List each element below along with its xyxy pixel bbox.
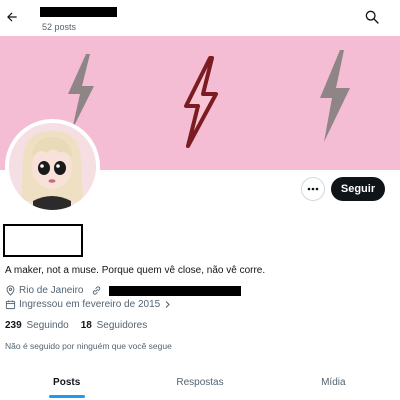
followers-label: Seguidores bbox=[96, 320, 148, 331]
lightning-bolt-red bbox=[184, 56, 218, 148]
following-stat[interactable]: 239 Seguindo bbox=[5, 320, 69, 331]
more-options-button[interactable] bbox=[301, 177, 325, 201]
tab-replies[interactable]: Respostas bbox=[133, 364, 266, 400]
profile-meta-location-link: Rio de Janeiro bbox=[5, 285, 242, 296]
follow-stats: 239 Seguindo 18 Seguidores bbox=[5, 320, 159, 331]
link-icon bbox=[93, 286, 101, 295]
location-text: Rio de Janeiro bbox=[19, 285, 84, 296]
chevron-right-icon[interactable] bbox=[163, 300, 172, 309]
location-pin-icon bbox=[6, 285, 15, 296]
avatar-image bbox=[9, 123, 96, 210]
following-label: Seguindo bbox=[26, 320, 69, 331]
back-button[interactable] bbox=[3, 8, 21, 26]
profile-bio: A maker, not a muse. Porque quem vê clos… bbox=[5, 265, 266, 276]
following-count: 239 bbox=[5, 320, 22, 331]
active-tab-indicator bbox=[48, 395, 85, 398]
more-horizontal-icon bbox=[307, 187, 319, 191]
search-icon bbox=[365, 10, 379, 24]
tab-media[interactable]: Mídia bbox=[267, 364, 400, 400]
tab-label: Mídia bbox=[321, 377, 346, 388]
tab-posts[interactable]: Posts bbox=[0, 364, 133, 400]
top-bar: 52 posts bbox=[0, 0, 400, 36]
joined-text: Ingressou em fevereiro de 2015 bbox=[19, 299, 161, 310]
arrow-left-icon bbox=[7, 12, 17, 22]
lightning-bolt-gray-right bbox=[320, 50, 350, 142]
profile-meta-joined: Ingressou em fevereiro de 2015 bbox=[5, 299, 172, 310]
followers-stat[interactable]: 18 Seguidores bbox=[81, 320, 148, 331]
followed-by-note: Não é seguido por ninguém que você segue bbox=[5, 341, 172, 351]
header-name-redacted bbox=[40, 7, 117, 17]
profile-link-redacted[interactable] bbox=[109, 285, 242, 296]
tab-label: Respostas bbox=[176, 377, 224, 388]
calendar-icon bbox=[5, 300, 16, 310]
followers-count: 18 bbox=[80, 320, 92, 331]
display-name-redacted bbox=[3, 224, 83, 257]
posts-count: 52 posts bbox=[42, 22, 77, 32]
profile-tabs: Posts Respostas Mídia bbox=[0, 364, 400, 400]
follow-button[interactable]: Seguir bbox=[331, 177, 385, 201]
search-button[interactable] bbox=[364, 9, 380, 25]
avatar[interactable] bbox=[5, 119, 100, 214]
